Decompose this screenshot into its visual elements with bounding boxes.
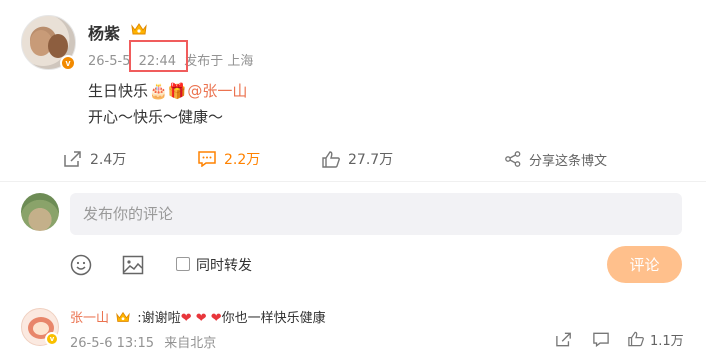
my-avatar[interactable] [21,193,59,231]
share-icon [64,151,81,167]
reply-comment-button[interactable] [593,330,609,348]
comment-icon [593,332,609,347]
reply-author[interactable]: 张一山 [70,311,109,326]
share-count: 2.4万 [90,152,127,168]
reply-like-button[interactable]: 1.1万 [628,330,684,349]
like-icon [322,150,340,168]
reply-verified-badge: v [45,332,59,346]
reply-share-button[interactable] [556,330,572,348]
repost-label[interactable]: 同时转发 [196,255,252,275]
reply-content: 张一山 :谢谢啦❤ ❤ ❤你也一样快乐健康 [70,307,326,326]
reply-text-suffix: 你也一样快乐健康 [221,311,326,326]
reply-time: 26-5-6 13:15 [70,336,155,351]
forward-button[interactable]: 分享这条博文 [505,146,607,172]
comment-icon [198,151,216,167]
author-name[interactable]: 杨紫 [88,20,120,44]
forward-label: 分享这条博文 [529,153,608,169]
comment-input[interactable] [70,193,682,235]
post-date: 26-5-5 [88,54,131,69]
heart-icon: ❤ ❤ ❤ [180,311,222,326]
crown-icon [116,311,130,322]
post-location: 发布于 上海 [184,54,254,69]
composer-tools: 同时转发 [0,250,706,280]
repost-checkbox[interactable] [176,257,190,271]
post-text-line1: 生日快乐🎂🎁@张一山 [88,80,247,101]
share-button[interactable]: 2.4万 [64,146,126,172]
reply-meta: 26-5-6 13:15 来自北京 [70,332,222,351]
weibo-post: v 杨紫 26-5-5 22:44 发布于 上海 生日快乐🎂🎁@张一山 开心～快… [0,0,706,362]
time-highlight-box [129,40,188,72]
verified-badge: v [60,55,76,71]
submit-comment-button[interactable]: 评论 [607,246,682,283]
divider [0,181,706,182]
crown-icon [131,23,147,35]
cake-gift-emoji: 🎂🎁 [149,82,187,100]
forward-icon [505,151,521,167]
reply-text-prefix: :谢谢啦 [137,311,181,326]
share-icon [556,332,571,346]
like-icon [628,331,644,347]
comment-count: 2.2万 [224,152,261,168]
emoji-icon[interactable] [70,254,92,276]
image-icon[interactable] [122,254,144,276]
action-bar: 2.4万 2.2万 27.7万 分享这条博文 [0,146,706,172]
like-count: 27.7万 [348,152,394,168]
mention-link[interactable]: @张一山 [187,82,247,100]
reply-source: 来自北京 [164,336,217,351]
post-text-prefix: 生日快乐 [88,82,149,100]
comment-button[interactable]: 2.2万 [198,146,260,172]
like-button[interactable]: 27.7万 [322,146,393,172]
reply-like-count: 1.1万 [650,333,684,349]
post-text-line2: 开心～快乐～健康～ [88,108,224,126]
